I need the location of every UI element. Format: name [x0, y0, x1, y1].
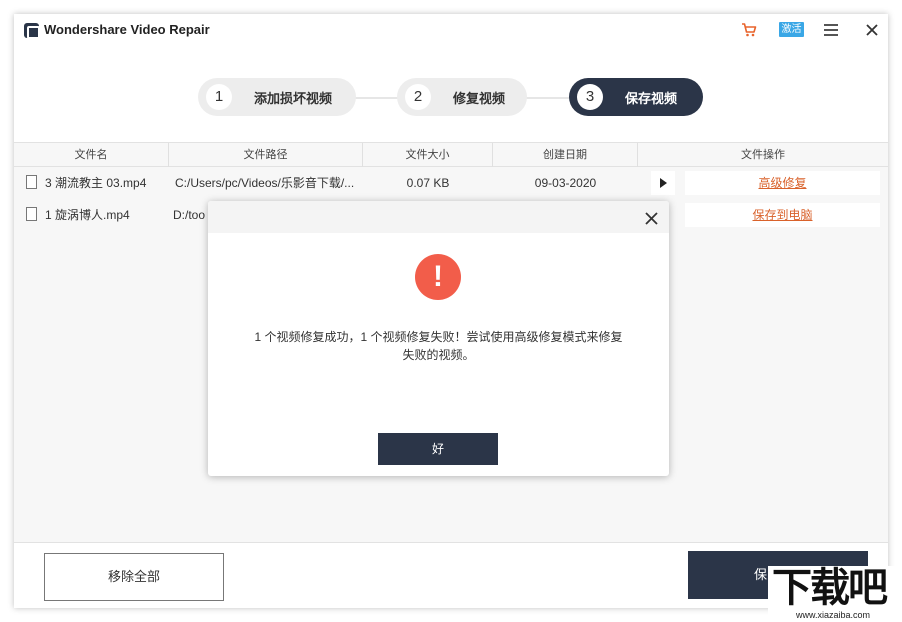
step-label: 添加损坏视频: [254, 88, 332, 107]
activate-button[interactable]: 激活: [779, 22, 804, 37]
remove-all-button[interactable]: 移除全部: [44, 553, 224, 601]
play-icon[interactable]: [651, 171, 675, 195]
dialog-close-icon[interactable]: [645, 212, 658, 225]
step-label: 修复视频: [453, 88, 505, 107]
bottom-bar: 移除全部 保: [14, 542, 888, 608]
file-path: C:/Users/pc/Videos/乐影音下载/...: [175, 169, 363, 197]
step-indicator: 1 添加损坏视频 2 修复视频 3 保存视频: [14, 78, 888, 118]
file-date: 09-03-2020: [493, 169, 638, 197]
header-filepath: 文件路径: [169, 143, 363, 167]
step-number: 2: [405, 84, 431, 110]
dialog-message-line: 失败的视频。: [228, 346, 649, 364]
header-filename: 文件名: [14, 143, 169, 167]
file-path: D:/too: [173, 201, 213, 229]
menu-icon[interactable]: [824, 24, 838, 36]
dialog-header: [208, 201, 669, 233]
step-label: 保存视频: [625, 88, 677, 107]
file-size: 0.07 KB: [363, 169, 493, 197]
file-icon: [26, 207, 37, 221]
close-icon[interactable]: [864, 22, 880, 38]
result-dialog: ! 1 个视频修复成功，1 个视频修复失败！尝试使用高级修复模式来修复 失败的视…: [208, 201, 669, 476]
step-1: 1 添加损坏视频: [198, 78, 356, 116]
file-name: 1 旋涡博人.mp4: [45, 201, 169, 229]
watermark-logo: 下载吧 www.xiazaiba.com: [768, 566, 900, 622]
title-bar: Wondershare Video Repair 激活: [14, 14, 888, 46]
header-filesize: 文件大小: [363, 143, 493, 167]
table-header: 文件名 文件路径 文件大小 创建日期 文件操作: [14, 143, 888, 167]
app-logo-icon: [24, 23, 39, 38]
step-number: 1: [206, 84, 232, 110]
step-2: 2 修复视频: [397, 78, 527, 116]
cart-icon[interactable]: [741, 22, 757, 38]
advanced-repair-link[interactable]: 高级修复: [685, 171, 880, 195]
dialog-message-line: 1 个视频修复成功，1 个视频修复失败！尝试使用高级修复模式来修复: [228, 328, 649, 346]
save-to-computer-link[interactable]: 保存到电脑: [685, 203, 880, 227]
app-window: Wondershare Video Repair 激活 1 添加损坏视频 2 修…: [14, 14, 888, 608]
header-date: 创建日期: [493, 143, 638, 167]
app-title: Wondershare Video Repair: [44, 22, 210, 37]
step-number: 3: [577, 84, 603, 110]
dialog-message: 1 个视频修复成功，1 个视频修复失败！尝试使用高级修复模式来修复 失败的视频。: [228, 328, 649, 364]
watermark-text: 下载吧: [772, 566, 886, 610]
table-row[interactable]: 3 潮流教主 03.mp4 C:/Users/pc/Videos/乐影音下载/.…: [14, 169, 888, 197]
header-actions: 文件操作: [638, 143, 888, 167]
step-connector: [524, 97, 574, 99]
file-icon: [26, 175, 37, 189]
file-name: 3 潮流教主 03.mp4: [45, 169, 169, 197]
alert-icon: !: [415, 254, 461, 300]
step-3: 3 保存视频: [569, 78, 703, 116]
watermark-url: www.xiazaiba.com: [796, 610, 870, 620]
ok-button[interactable]: 好: [378, 433, 498, 465]
